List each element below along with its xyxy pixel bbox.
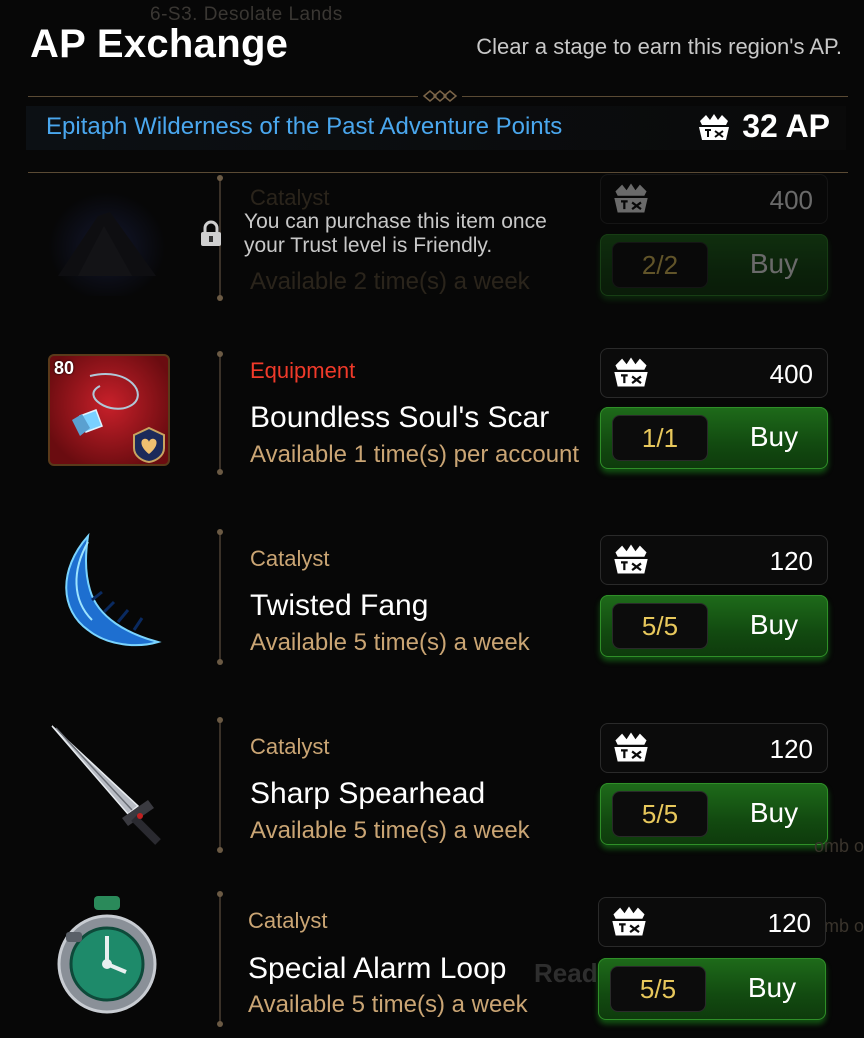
ap-earn-hint: Clear a stage to earn this region's AP. — [476, 34, 842, 59]
price-box: 400 — [600, 348, 828, 398]
blue-fang-icon — [65, 532, 162, 647]
item-category: Catalyst — [250, 546, 330, 571]
item-availability: Available 5 time(s) a week — [250, 629, 530, 656]
dark-ore-pile-icon — [48, 186, 166, 296]
purchase-count: 5/5 — [610, 966, 706, 1012]
row-divider — [217, 717, 223, 853]
item-availability: Available 5 time(s) a week — [248, 991, 528, 1018]
buy-button[interactable]: 5/5 Buy — [600, 783, 828, 845]
item-availability: Available 2 time(s) a week — [250, 268, 530, 295]
buy-label: Buy — [749, 609, 799, 640]
row-divider — [217, 529, 223, 665]
trust-heart-icon — [133, 426, 165, 464]
buy-label: Buy — [749, 421, 799, 452]
item-availability: Available 1 time(s) per account — [250, 441, 580, 468]
purchase-count: 5/5 — [612, 791, 708, 837]
item-category: Equipment — [250, 358, 356, 383]
ap-token-icon — [696, 111, 732, 143]
ap-token-icon — [614, 732, 648, 762]
locked-message: You can purchase this item once your Tru… — [244, 210, 547, 257]
item-price: 120 — [767, 908, 811, 938]
price-box: 120 — [600, 723, 828, 773]
item-price: 400 — [769, 359, 813, 389]
region-name: Epitaph Wilderness of the Past Adventure… — [46, 113, 563, 140]
divider-ornament-icon — [418, 88, 462, 104]
buy-label: Buy — [747, 972, 797, 1003]
page-title: AP Exchange — [30, 22, 289, 66]
list-top-divider — [28, 172, 848, 173]
item-category: Catalyst — [250, 734, 330, 759]
purchase-count: 2/2 — [612, 242, 708, 288]
row-divider — [217, 351, 223, 475]
buy-label: Buy — [749, 248, 799, 279]
ap-total: 32 AP — [696, 108, 830, 145]
item-category: Catalyst — [248, 908, 328, 933]
price-box: 120 — [598, 897, 826, 947]
background-side-label: omb o — [813, 836, 864, 856]
item-price: 400 — [769, 185, 813, 215]
buy-button[interactable]: 1/1 Buy — [600, 407, 828, 469]
buy-label: Buy — [749, 797, 799, 828]
item-name: Boundless Soul's Scar — [250, 401, 550, 434]
item-availability: Available 5 time(s) a week — [250, 817, 530, 844]
ap-token-icon — [612, 906, 646, 936]
alarm-clock-icon — [57, 896, 157, 1014]
item-name: Special Alarm Loop — [248, 952, 507, 985]
purchase-count: 5/5 — [612, 603, 708, 649]
crystal-pendant-icon: 80 — [48, 354, 170, 466]
item-name: Sharp Spearhead — [250, 777, 486, 810]
ap-total-value: 32 AP — [742, 108, 830, 144]
buy-button[interactable]: 5/5 Buy — [600, 595, 828, 657]
level-requirement: 80 — [54, 358, 75, 378]
item-category: Catalyst — [250, 185, 330, 210]
spearhead-icon — [51, 725, 161, 845]
ap-token-icon — [614, 183, 648, 213]
row-divider — [217, 891, 223, 1027]
buy-button[interactable]: 5/5 Buy — [598, 958, 826, 1020]
ap-token-icon — [614, 357, 648, 387]
buy-button[interactable]: 2/2 Buy — [600, 234, 828, 296]
ap-token-icon — [614, 544, 648, 574]
price-box: 120 — [600, 535, 828, 585]
item-price: 120 — [769, 546, 813, 576]
price-box: 400 — [600, 174, 828, 224]
lock-icon — [201, 220, 221, 246]
item-name: Twisted Fang — [250, 589, 429, 622]
item-price: 120 — [769, 734, 813, 764]
purchase-count: 1/1 — [612, 415, 708, 461]
